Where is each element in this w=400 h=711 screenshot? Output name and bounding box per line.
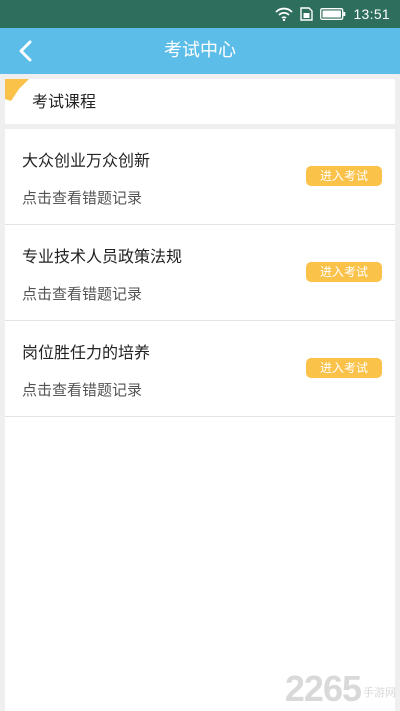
wrong-answers-link[interactable]: 点击查看错题记录 — [22, 379, 142, 400]
wrong-answers-link[interactable]: 点击查看错题记录 — [22, 187, 142, 208]
battery-icon — [320, 7, 346, 21]
course-name: 专业技术人员政策法规 — [22, 247, 183, 266]
wifi-icon — [275, 7, 294, 21]
course-item: 大众创业万众创新 点击查看错题记录 进入考试 — [5, 129, 395, 225]
status-time: 13:51 — [353, 6, 390, 22]
corner-ribbon-icon — [5, 79, 29, 101]
course-item: 岗位胜任力的培养 点击查看错题记录 进入考试 — [5, 321, 395, 417]
enter-exam-button[interactable]: 进入考试 — [306, 166, 382, 186]
watermark-logo: 2265 手游网 — [285, 671, 396, 707]
section-title: 考试课程 — [32, 92, 97, 111]
enter-exam-button[interactable]: 进入考试 — [306, 262, 382, 282]
nav-bar: 考试中心 — [0, 28, 400, 74]
course-name: 岗位胜任力的培养 — [22, 343, 151, 362]
enter-exam-button[interactable]: 进入考试 — [306, 358, 382, 378]
page-title: 考试中心 — [164, 40, 236, 61]
section-header: 考试课程 — [5, 79, 395, 124]
course-list: 大众创业万众创新 点击查看错题记录 进入考试 专业技术人员政策法规 点击查看错题… — [5, 129, 395, 711]
sim-card-icon — [300, 7, 314, 21]
status-bar: 13:51 — [0, 0, 400, 28]
watermark-number: 2265 — [284, 668, 362, 709]
course-name: 大众创业万众创新 — [22, 151, 151, 170]
watermark-suffix: 手游网 — [363, 686, 396, 699]
wrong-answers-link[interactable]: 点击查看错题记录 — [22, 283, 142, 304]
course-item: 专业技术人员政策法规 点击查看错题记录 进入考试 — [5, 225, 395, 321]
